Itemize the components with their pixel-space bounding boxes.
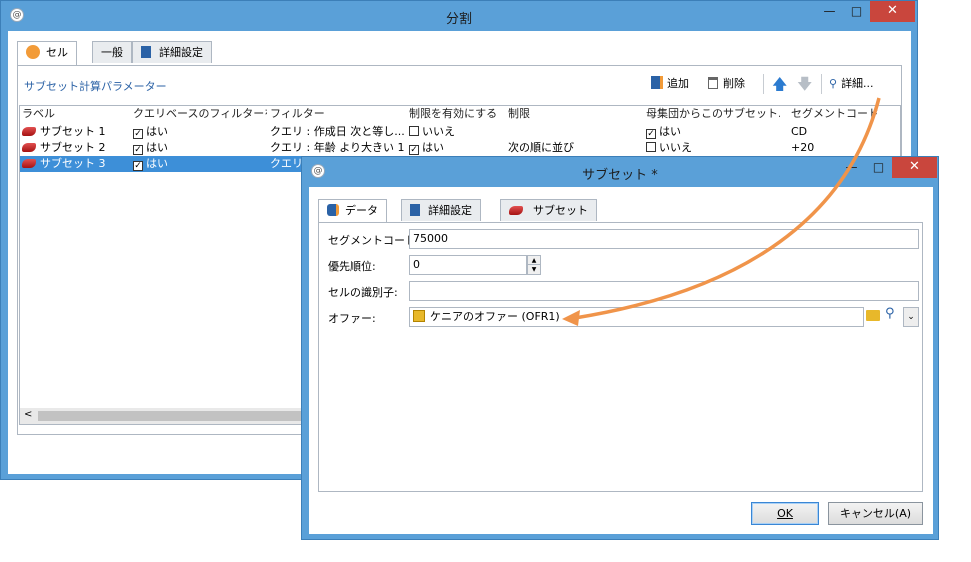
annotation-arrow	[562, 97, 881, 326]
arrow-curve	[574, 97, 881, 320]
arrow-head	[562, 310, 580, 326]
